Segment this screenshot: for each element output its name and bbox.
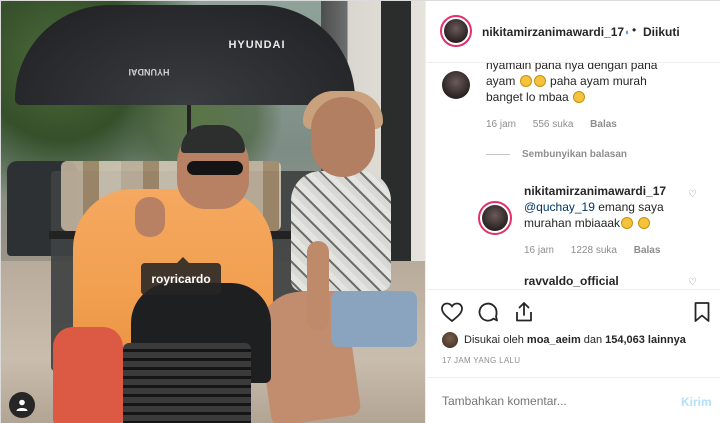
laughing-emoji-icon	[621, 217, 634, 229]
reply-text-a: emang saya	[598, 200, 664, 214]
photo-man-sunglasses	[187, 161, 243, 175]
reply-line-2: murahan mbiaaak	[524, 215, 694, 231]
photo-woman-shorts	[331, 291, 417, 347]
header-separator: •	[632, 23, 637, 37]
photo-woman-top	[291, 171, 391, 291]
follow-status-button[interactable]: Diikuti	[643, 25, 680, 39]
sad-emoji-icon	[573, 91, 586, 103]
umbrella-brand-logo: HYUNDAI	[228, 39, 286, 51]
photo-woman-arm	[307, 241, 329, 331]
liked-count[interactable]: 154,063 lainnya	[605, 334, 686, 346]
tagged-users-button[interactable]	[9, 392, 35, 418]
like-heart-icon[interactable]	[440, 300, 464, 324]
comment-meta: 16 jam 556 suka Balas	[486, 119, 631, 130]
verified-icon: ◖	[624, 27, 630, 37]
photo-red-bag	[53, 327, 123, 423]
hide-replies-button[interactable]: Sembunyikan balasan	[522, 149, 627, 160]
photo-woman-head	[311, 97, 375, 177]
author-avatar	[444, 19, 468, 43]
liked-by-row[interactable]: Disukai oleh moa_aeim dan 154,063 lainny…	[442, 332, 689, 348]
reply-avatar	[482, 205, 508, 231]
comment-time[interactable]: 16 jam	[486, 119, 516, 130]
post-actions: Disukai oleh moa_aeim dan 154,063 lainny…	[426, 289, 720, 377]
photo-umbrella	[15, 5, 355, 105]
share-icon[interactable]	[512, 300, 536, 324]
reply-avatar-ring[interactable]	[478, 201, 512, 235]
sad-emoji-icon	[519, 75, 532, 87]
next-comment-username[interactable]: ravvaldo_official	[524, 273, 619, 289]
photo-man-cap	[181, 125, 245, 153]
post-photo[interactable]: HYUNDAI HYUNDAI royricardo	[1, 1, 425, 423]
author-avatar-ring[interactable]	[440, 15, 472, 47]
post-side-panel: nikitamirzanimawardi_17 ◖ • Diikuti nyam…	[425, 1, 720, 423]
next-comment-heart-icon[interactable]: ♡	[688, 277, 697, 288]
post-header: nikitamirzanimawardi_17 ◖ • Diikuti	[426, 1, 720, 63]
smiling-emoji-icon	[638, 217, 651, 229]
add-comment-bar: Kirim	[426, 377, 720, 423]
comment-likes[interactable]: 556 suka	[533, 119, 574, 130]
sad-emoji-icon	[533, 75, 546, 87]
comment-line-2-post: paha ayam murah	[550, 74, 647, 88]
send-comment-button[interactable]: Kirim	[681, 395, 712, 409]
reply-text-b: murahan mbiaaak	[524, 216, 621, 230]
post-time[interactable]: 17 JAM YANG LALU	[442, 356, 520, 365]
comment-bubble-icon[interactable]	[476, 300, 500, 324]
author-username[interactable]: nikitamirzanimawardi_17	[482, 25, 624, 39]
comment-text: nyamain paha nya dengan paha ayam paha a…	[486, 63, 706, 105]
photo-basket	[123, 343, 251, 423]
liked-mid: dan	[583, 334, 603, 346]
reply-time[interactable]: 16 jam	[524, 245, 554, 256]
comment-avatar[interactable]	[442, 71, 470, 99]
user-tag-label: royricardo	[151, 272, 211, 286]
photo-man-hand	[135, 197, 165, 237]
comments-list[interactable]: nyamain paha nya dengan paha ayam paha a…	[426, 63, 720, 289]
liked-by-avatar	[442, 332, 458, 348]
post-modal: HYUNDAI HYUNDAI royricardo nikitamirzani…	[0, 0, 720, 423]
comment-line-1: nyamain paha nya dengan paha	[486, 63, 658, 72]
hide-replies-line	[486, 154, 510, 155]
comment-line-2-pre: ayam	[486, 74, 516, 88]
user-tag[interactable]: royricardo	[141, 257, 221, 295]
umbrella-brand-logo-reversed: HYUNDAI	[128, 67, 170, 77]
reply-mention[interactable]: @quchay_19	[524, 200, 595, 214]
reply-like-heart-icon[interactable]: ♡	[688, 189, 697, 200]
comment-reply-button[interactable]: Balas	[590, 119, 617, 130]
bookmark-icon[interactable]	[690, 300, 714, 324]
liked-prefix: Disukai oleh	[464, 334, 524, 346]
add-comment-input[interactable]	[442, 394, 662, 408]
user-icon	[16, 399, 28, 411]
comment-line-3: banget lo mbaa	[486, 89, 706, 105]
reply-reply-button[interactable]: Balas	[634, 245, 661, 256]
reply-username[interactable]: nikitamirzanimawardi_17	[524, 183, 694, 199]
comment-line-2: ayam paha ayam murah	[486, 73, 706, 89]
reply-likes[interactable]: 1228 suka	[571, 245, 617, 256]
liked-user[interactable]: moa_aeim	[527, 334, 581, 346]
reply-line-1: @quchay_19 emang saya	[524, 199, 694, 215]
reply-meta: 16 jam 1228 suka Balas	[524, 245, 674, 256]
reply-text: nikitamirzanimawardi_17 @quchay_19 emang…	[524, 183, 694, 231]
comment-line-3-text: banget lo mbaa	[486, 90, 569, 104]
